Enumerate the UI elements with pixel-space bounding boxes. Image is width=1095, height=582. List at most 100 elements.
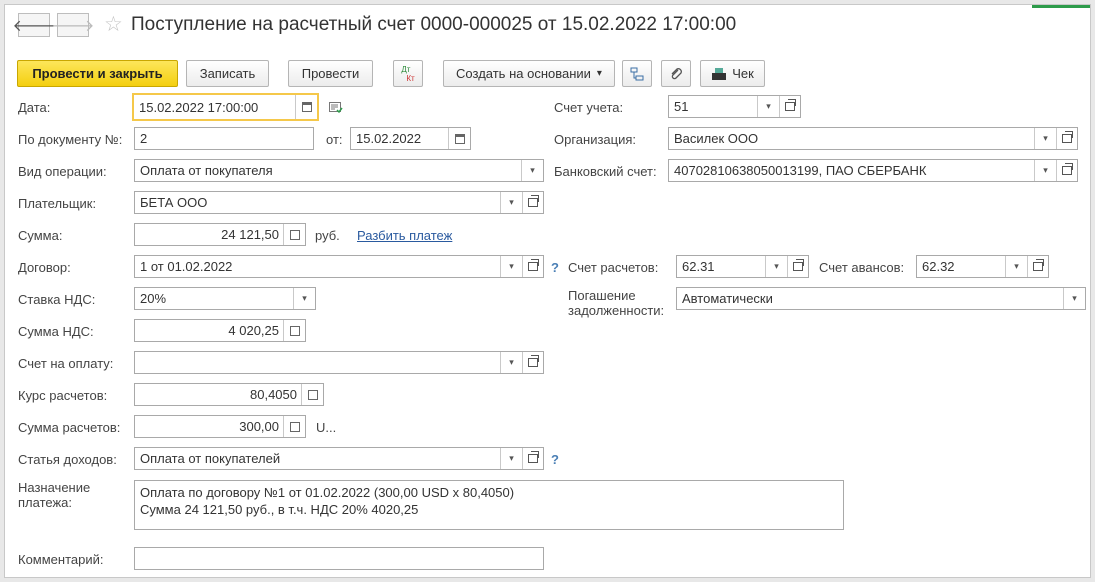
create-based-on-button[interactable]: Создать на основании ▾ [443, 60, 615, 87]
settle-amount-label: Сумма расчетов: [18, 420, 121, 435]
chevron-down-icon: ▾ [1043, 165, 1048, 175]
cash-register-icon [712, 67, 727, 80]
invoice-open-button[interactable] [522, 352, 543, 373]
open-icon [528, 259, 539, 271]
structure-button[interactable] [622, 60, 652, 87]
calendar-icon [301, 102, 312, 112]
advance-acc-label: Счет авансов: [819, 260, 905, 275]
vat-rate-dropdown[interactable]: ▾ [293, 288, 315, 309]
back-button[interactable]: 🡐 [13, 13, 55, 37]
repay-dropdown[interactable]: ▾ [1063, 288, 1085, 309]
invoice-field[interactable]: ▾ [134, 351, 544, 374]
calendar-button[interactable] [295, 95, 317, 119]
settle-acc-dropdown[interactable]: ▾ [765, 256, 787, 277]
contract-value: 1 от 01.02.2022 [140, 259, 233, 274]
dt-kt-button[interactable]: Дт Кт [393, 60, 423, 87]
calculator-button[interactable] [283, 224, 305, 245]
rate-label: Курс расчетов: [18, 388, 108, 403]
bank-dropdown[interactable]: ▾ [1034, 160, 1056, 181]
chevron-down-icon: ▾ [530, 165, 535, 175]
advance-acc-dropdown[interactable]: ▾ [1005, 256, 1027, 277]
date-value: 15.02.2022 17:00:00 [139, 100, 259, 115]
settle-acc-field[interactable]: 62.31 ▾ [676, 255, 809, 278]
doc-no-value: 2 [140, 131, 148, 146]
op-type-label: Вид операции: [18, 164, 107, 179]
chevron-down-icon: ▾ [1043, 133, 1048, 143]
open-icon [528, 195, 539, 207]
page-title: Поступление на расчетный счет 0000-00002… [131, 14, 737, 35]
advance-acc-field[interactable]: 62.32 ▾ [916, 255, 1049, 278]
chevron-down-icon: ▾ [774, 261, 779, 271]
account-open-button[interactable] [779, 96, 800, 117]
settle-acc-open-button[interactable] [787, 256, 808, 277]
open-icon [1062, 131, 1073, 143]
cheque-button[interactable]: Чек [700, 60, 765, 87]
payer-field[interactable]: БЕТА ООО ▾ [134, 191, 544, 214]
org-dropdown[interactable]: ▾ [1034, 128, 1056, 149]
bank-value: 40702810638050013199, ПАО СБЕРБАНК [674, 163, 927, 178]
post-and-close-button[interactable]: Провести и закрыть [17, 60, 178, 87]
advance-acc-open-button[interactable] [1027, 256, 1048, 277]
calculator-button[interactable] [283, 416, 305, 437]
save-button[interactable]: Записать [186, 60, 269, 87]
income-item-help-icon[interactable]: ? [551, 452, 559, 467]
payer-open-button[interactable] [522, 192, 543, 213]
income-item-dropdown[interactable]: ▾ [500, 448, 522, 469]
date-field[interactable]: 15.02.2022 17:00:00 [132, 93, 319, 121]
op-type-value: Оплата от покупателя [140, 163, 273, 178]
history-icon[interactable] [329, 102, 343, 114]
vat-amount-field[interactable]: 4 020,25 [134, 319, 306, 342]
purpose-textarea[interactable]: Оплата по договору №1 от 01.02.2022 (300… [134, 480, 844, 530]
op-type-field[interactable]: Оплата от покупателя ▾ [134, 159, 544, 182]
contract-help-icon[interactable]: ? [551, 260, 559, 275]
comment-field[interactable] [134, 547, 544, 570]
split-payment-link[interactable]: Разбить платеж [357, 228, 452, 243]
favorite-star-icon[interactable]: ☆ [104, 13, 123, 37]
calculator-button[interactable] [283, 320, 305, 341]
income-item-value: Оплата от покупателей [140, 451, 281, 466]
chevron-down-icon: ▾ [509, 261, 514, 271]
repay-value: Автоматически [682, 291, 773, 306]
calculator-button[interactable] [301, 384, 323, 405]
open-icon [528, 451, 539, 463]
open-icon [785, 99, 796, 111]
repay-field[interactable]: Автоматически ▾ [676, 287, 1086, 310]
doc-no-field[interactable]: 2 [134, 127, 314, 150]
forward-button[interactable]: 🡒 [52, 13, 94, 37]
org-open-button[interactable] [1056, 128, 1077, 149]
account-field[interactable]: 51 ▾ [668, 95, 801, 118]
create-based-label: Создать на основании [456, 66, 591, 81]
amount-value: 24 121,50 [221, 227, 279, 242]
bank-field[interactable]: 40702810638050013199, ПАО СБЕРБАНК ▾ [668, 159, 1078, 182]
chevron-down-icon: ▾ [509, 197, 514, 207]
income-item-open-button[interactable] [522, 448, 543, 469]
org-field[interactable]: Василек ООО ▾ [668, 127, 1078, 150]
repay-label: Погашение задолженности: [568, 288, 665, 318]
contract-dropdown[interactable]: ▾ [500, 256, 522, 277]
from-calendar-button[interactable] [448, 128, 470, 149]
contract-open-button[interactable] [522, 256, 543, 277]
open-icon [1062, 163, 1073, 175]
dt-kt-icon: Дт Кт [401, 64, 415, 83]
vat-rate-field[interactable]: 20% ▾ [134, 287, 316, 310]
invoice-dropdown[interactable]: ▾ [500, 352, 522, 373]
income-item-field[interactable]: Оплата от покупателей ▾ [134, 447, 544, 470]
arrow-left-icon: 🡐 [12, 17, 56, 35]
cheque-label: Чек [732, 66, 754, 81]
settle-amount-field[interactable]: 300,00 [134, 415, 306, 438]
doc-no-label: По документу №: [18, 132, 123, 147]
purpose-text: Оплата по договору №1 от 01.02.2022 (300… [140, 485, 515, 517]
account-dropdown[interactable]: ▾ [757, 96, 779, 117]
calculator-icon [289, 421, 300, 432]
op-type-dropdown[interactable]: ▾ [521, 160, 543, 181]
chevron-down-icon: ▾ [302, 293, 307, 303]
attach-button[interactable] [661, 60, 691, 87]
post-button[interactable]: Провести [288, 60, 373, 87]
from-date-field[interactable]: 15.02.2022 [350, 127, 471, 150]
amount-field[interactable]: 24 121,50 [134, 223, 306, 246]
payer-dropdown[interactable]: ▾ [500, 192, 522, 213]
vat-rate-label: Ставка НДС: [18, 292, 96, 307]
contract-field[interactable]: 1 от 01.02.2022 ▾ [134, 255, 544, 278]
bank-open-button[interactable] [1056, 160, 1077, 181]
rate-field[interactable]: 80,4050 [134, 383, 324, 406]
